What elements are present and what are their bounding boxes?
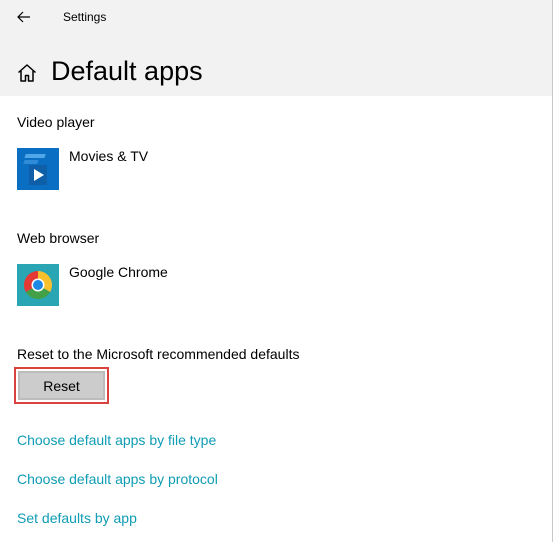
choose-default-apps-by-protocol-link[interactable]: Choose default apps by protocol	[17, 471, 218, 487]
page-title: Default apps	[51, 56, 203, 86]
web-browser-app-button[interactable]: Google Chrome	[17, 264, 168, 308]
video-player-label: Video player	[17, 114, 95, 130]
reset-button[interactable]: Reset	[18, 371, 105, 400]
movies-tv-icon	[17, 148, 59, 190]
home-icon[interactable]	[16, 62, 38, 84]
window-title: Settings	[63, 10, 107, 24]
reset-label: Reset to the Microsoft recommended defau…	[17, 346, 300, 362]
web-browser-app-name: Google Chrome	[69, 264, 168, 280]
settings-window: Settings Default apps Video player Movie…	[0, 0, 553, 542]
settings-header: Settings Default apps	[0, 0, 552, 96]
back-button[interactable]	[8, 4, 40, 30]
video-player-app-button[interactable]: Movies & TV	[17, 148, 148, 192]
chrome-icon	[17, 264, 59, 306]
back-arrow-icon	[17, 11, 30, 23]
web-browser-label: Web browser	[17, 230, 100, 246]
video-player-app-name: Movies & TV	[69, 148, 149, 164]
set-defaults-by-app-link[interactable]: Set defaults by app	[17, 510, 137, 526]
title-bar: Settings	[0, 0, 552, 35]
choose-default-apps-by-file-type-link[interactable]: Choose default apps by file type	[17, 432, 216, 448]
